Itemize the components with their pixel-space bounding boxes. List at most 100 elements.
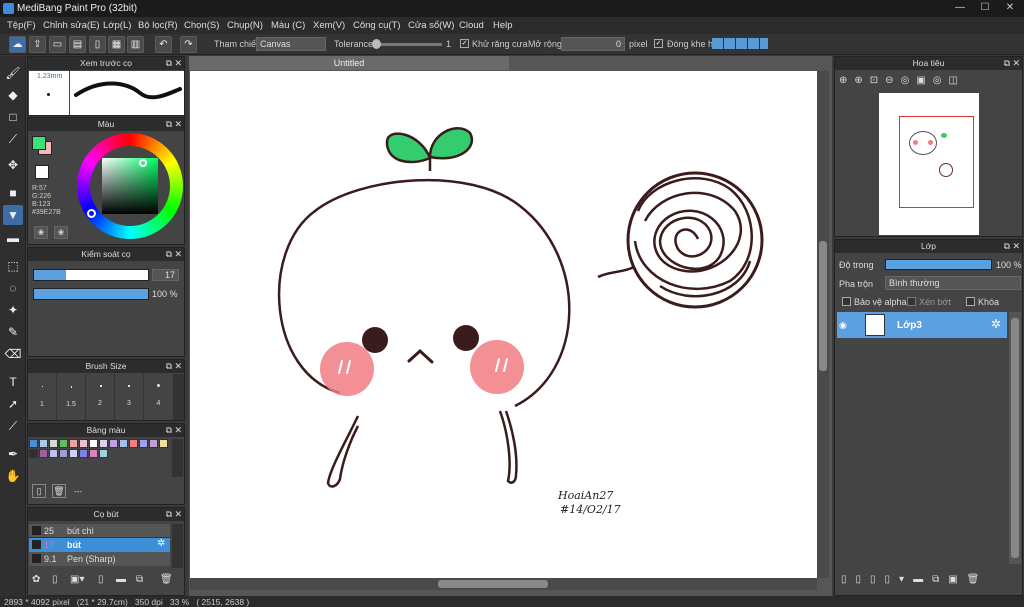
- brush-size-cell-2[interactable]: 2: [86, 374, 115, 420]
- select-eraser-icon[interactable]: ⌫: [3, 344, 23, 364]
- brush-size-value[interactable]: 17: [152, 269, 179, 281]
- vertical-scroll-thumb[interactable]: [819, 241, 827, 371]
- gap-level-2[interactable]: [724, 38, 735, 49]
- comment-icon[interactable]: ▭: [49, 36, 66, 53]
- brush-size-cell-1-5[interactable]: 1.5: [57, 374, 86, 420]
- eraser-icon[interactable]: ◆: [3, 85, 23, 105]
- bucket-icon[interactable]: ▼: [3, 205, 23, 225]
- zoom-in-icon[interactable]: ⊕: [839, 75, 854, 86]
- horizontal-scroll-thumb[interactable]: [438, 580, 548, 588]
- lasso-icon[interactable]: ◌: [3, 278, 23, 298]
- line-icon[interactable]: ⟋: [3, 129, 23, 149]
- rotate-right-icon[interactable]: ◎: [933, 75, 949, 86]
- palette-swatch[interactable]: [49, 449, 58, 458]
- palette-swatch[interactable]: [59, 449, 68, 458]
- zoom-out-icon[interactable]: ⊖: [885, 75, 900, 86]
- palette-swatch[interactable]: [79, 449, 88, 458]
- menu-color[interactable]: Màu (C): [271, 20, 305, 31]
- redo-icon[interactable]: ↷: [180, 36, 197, 53]
- menu-view[interactable]: Xem(V): [313, 20, 345, 31]
- document-icon[interactable]: ▯: [89, 36, 106, 53]
- sv-picker-handle[interactable]: [139, 159, 147, 167]
- brush-duplicate-icon[interactable]: ⧉: [136, 574, 143, 585]
- brush-size-scrollbar[interactable]: [173, 374, 184, 420]
- popout-icon[interactable]: ⧉: [166, 360, 172, 373]
- clipping-checkbox[interactable]: [907, 297, 916, 306]
- menu-snap[interactable]: Chụp(N): [227, 20, 263, 31]
- menu-edit[interactable]: Chỉnh sửa(E): [43, 20, 100, 31]
- saturation-value-square[interactable]: [102, 158, 158, 214]
- palette-swatch[interactable]: [49, 439, 58, 448]
- menu-layer[interactable]: Lớp(L): [103, 20, 131, 31]
- palette-swatch[interactable]: [99, 449, 108, 458]
- tolerance-slider-track[interactable]: [372, 43, 442, 46]
- palette-swatch[interactable]: [39, 449, 48, 458]
- palette-swatch[interactable]: [149, 439, 158, 448]
- canvas-vertical-scrollbar[interactable]: [817, 71, 829, 578]
- gradient-icon[interactable]: ▬: [3, 228, 23, 248]
- popout-icon[interactable]: ⧉: [166, 508, 172, 521]
- delete-brush-icon[interactable]: 🗑: [160, 574, 173, 585]
- popout-icon[interactable]: ⧉: [1004, 57, 1010, 70]
- close-window-button[interactable]: ✕: [997, 0, 1023, 16]
- dot-icon[interactable]: □: [3, 107, 23, 127]
- navigator-thumbnail[interactable]: [879, 93, 979, 235]
- palette-swatch[interactable]: [59, 439, 68, 448]
- add-brush-icon[interactable]: ✿: [32, 574, 40, 585]
- layout-icon[interactable]: ▥: [127, 36, 144, 53]
- new-brush-icon[interactable]: ▯: [52, 574, 58, 585]
- brush-size-cell-1[interactable]: 1: [28, 374, 57, 420]
- select-rect-icon[interactable]: ⬚: [3, 256, 23, 276]
- brush-settings-gear-icon[interactable]: ✲: [157, 538, 165, 549]
- divide-icon[interactable]: ⟋: [3, 416, 23, 436]
- palette-swatch[interactable]: [69, 449, 78, 458]
- brush-item-pen-sharp[interactable]: 9.1 Pen (Sharp): [29, 552, 170, 566]
- copy-brush-icon[interactable]: ▣▾: [70, 574, 84, 585]
- delete-palette-icon[interactable]: 🗑: [52, 484, 66, 498]
- brush-item-pencil[interactable]: 25 bút chì: [29, 524, 170, 538]
- delete-layer-icon[interactable]: 🗑: [967, 574, 989, 585]
- brush-size-cell-4[interactable]: 4: [144, 374, 173, 420]
- brush-size-slider[interactable]: [33, 269, 149, 281]
- transparent-swatch[interactable]: [35, 165, 49, 179]
- gap-level-1[interactable]: [712, 38, 723, 49]
- palette-swatch[interactable]: [129, 439, 138, 448]
- close-icon[interactable]: ✕: [174, 424, 182, 437]
- minimize-button[interactable]: —: [947, 0, 973, 16]
- text-icon[interactable]: T: [3, 372, 23, 392]
- gap-level-5[interactable]: [760, 38, 768, 49]
- merge-layer-icon[interactable]: ▣: [948, 574, 966, 585]
- palette-swatch[interactable]: [89, 439, 98, 448]
- palette-icon[interactable]: ❀: [34, 226, 48, 239]
- palette-swatch[interactable]: [89, 449, 98, 458]
- duplicate-layer-icon[interactable]: ⧉: [932, 574, 948, 585]
- layer-settings-gear-icon[interactable]: ✲: [991, 317, 1001, 331]
- palette-swatch[interactable]: [79, 439, 88, 448]
- layer-opacity-slider[interactable]: [885, 259, 992, 270]
- close-icon[interactable]: ✕: [174, 248, 182, 261]
- tolerance-slider-handle[interactable]: [372, 39, 381, 49]
- brush-item-pen-selected[interactable]: 17 bút ✲: [29, 538, 170, 552]
- layer-folder-icon[interactable]: ▬: [913, 574, 932, 585]
- magic-wand-icon[interactable]: ✦: [3, 300, 23, 320]
- primary-color-swatch[interactable]: [32, 136, 46, 150]
- menu-cloud[interactable]: Cloud: [459, 20, 484, 31]
- maximize-button[interactable]: ☐: [972, 0, 998, 16]
- palette-scrollbar[interactable]: [172, 439, 183, 477]
- menu-tools[interactable]: Công cụ(T): [353, 20, 401, 31]
- palette-swatch[interactable]: [69, 439, 78, 448]
- palette-swatch[interactable]: [99, 439, 108, 448]
- brush-folder-icon[interactable]: ▬: [116, 574, 126, 585]
- drawing-canvas[interactable]: HoaiAn27 #14/O2/17: [190, 71, 817, 578]
- grid-icon[interactable]: ▦: [108, 36, 125, 53]
- popout-icon[interactable]: ⧉: [166, 424, 172, 437]
- cloud-icon[interactable]: ☁: [9, 36, 26, 53]
- brush-list-scrollbar[interactable]: [172, 524, 183, 568]
- close-icon[interactable]: ✕: [174, 360, 182, 373]
- palette-swatch[interactable]: [119, 439, 128, 448]
- brush-opacity-slider[interactable]: [33, 288, 149, 300]
- close-gap-checkbox[interactable]: ✓: [654, 39, 663, 48]
- lock-checkbox[interactable]: [966, 297, 975, 306]
- palette-swatch[interactable]: [39, 439, 48, 448]
- undo-icon[interactable]: ↶: [155, 36, 172, 53]
